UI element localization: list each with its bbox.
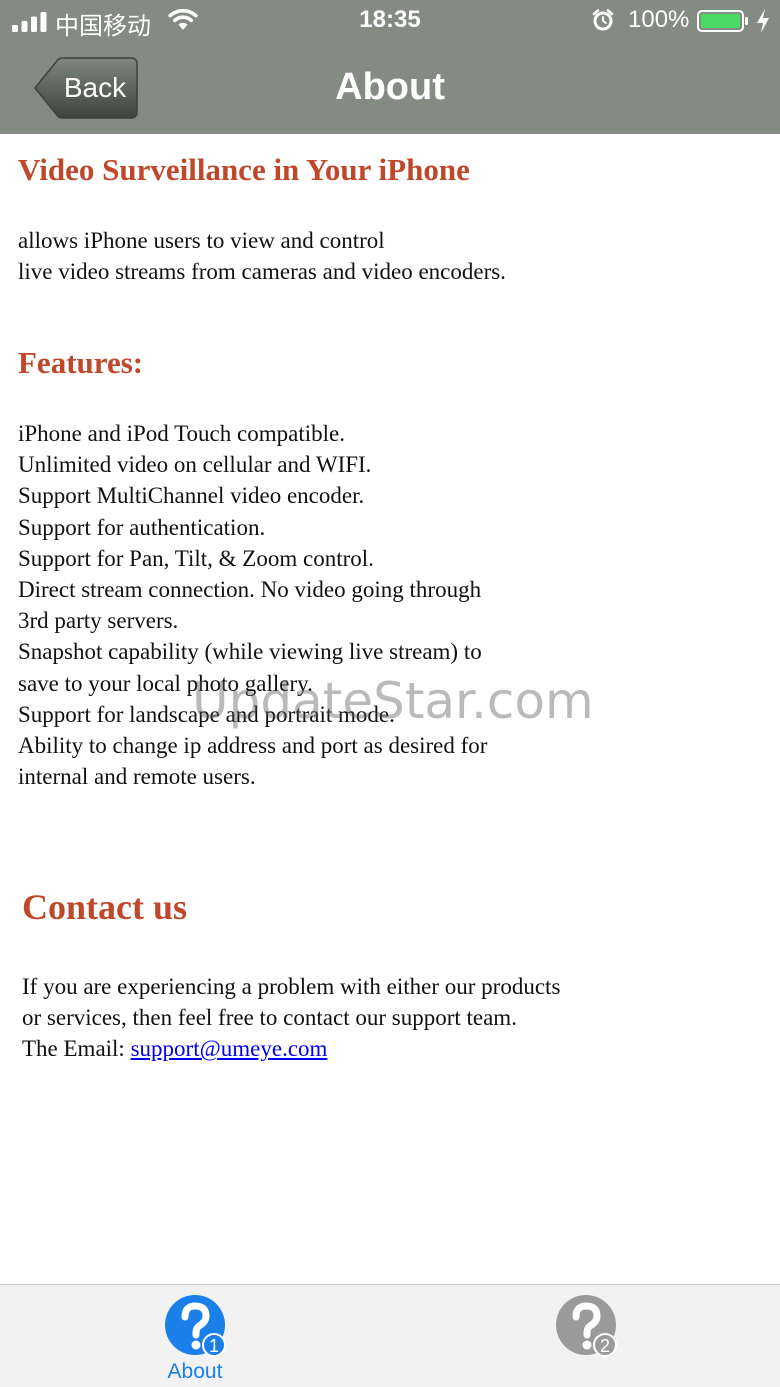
- feature-line: Support for landscape and portrait mode.: [18, 701, 395, 727]
- tab-help[interactable]: 2: [516, 1285, 656, 1387]
- contact-line: If you are experiencing a problem with e…: [22, 974, 561, 999]
- header: 中国移动 18:35 100% Back About: [0, 0, 780, 134]
- feature-line: Support MultiChannel video encoder.: [18, 483, 365, 509]
- feature-line: Unlimited video on cellular and WIFI.: [18, 452, 372, 478]
- intro-paragraph: allows iPhone users to view and control …: [18, 225, 506, 287]
- support-email-link[interactable]: support@umeye.com: [131, 1036, 328, 1061]
- about-content: Video Surveillance in Your iPhone allows…: [0, 134, 780, 1284]
- battery-percentage: 100%: [628, 6, 690, 33]
- email-line: The Email: support@umeye.com: [22, 1033, 560, 1064]
- feature-line: iPhone and iPod Touch compatible.: [18, 421, 345, 446]
- tab-badge: 1: [209, 1336, 219, 1356]
- intro-line: allows iPhone users to view and control: [18, 228, 385, 253]
- features-list: iPhone and iPod Touch compatible. Unlimi…: [18, 418, 487, 792]
- feature-line: Ability to change ip address and port as…: [18, 732, 488, 758]
- tab-label: About: [167, 1360, 223, 1383]
- contact-line: or services, then feel free to contact o…: [22, 1005, 517, 1031]
- status-bar: 中国移动 18:35 100%: [0, 0, 780, 42]
- page-title: About: [335, 66, 445, 108]
- contact-paragraph: If you are experiencing a problem with e…: [22, 971, 560, 1065]
- alarm-icon: [592, 9, 614, 31]
- help-icon: 2: [556, 1295, 617, 1357]
- email-prefix: The Email:: [22, 1036, 131, 1062]
- contact-heading: Contact us: [22, 887, 188, 927]
- charging-icon: [757, 9, 769, 33]
- feature-line: Support for authentication.: [18, 514, 266, 540]
- feature-line: 3rd party servers.: [18, 608, 179, 634]
- tab-badge: 2: [600, 1336, 610, 1356]
- feature-line: Support for Pan, Tilt, & Zoom control.: [18, 545, 374, 571]
- navigation-bar: Back About: [0, 42, 780, 134]
- tab-about[interactable]: 1 About: [125, 1285, 265, 1387]
- main-heading: Video Surveillance in Your iPhone: [18, 152, 470, 187]
- feature-line: internal and remote users.: [18, 764, 256, 790]
- feature-line: save to your local photo gallery.: [18, 670, 313, 696]
- battery-icon: [697, 10, 748, 32]
- feature-line: Direct stream connection. No video going…: [18, 576, 482, 602]
- tab-bar: 1 About 2: [0, 1284, 780, 1387]
- feature-line: Snapshot capability (while viewing live …: [18, 639, 482, 665]
- help-icon: 1: [165, 1295, 226, 1357]
- features-heading: Features:: [18, 345, 144, 380]
- intro-line: live video streams from cameras and vide…: [18, 259, 506, 285]
